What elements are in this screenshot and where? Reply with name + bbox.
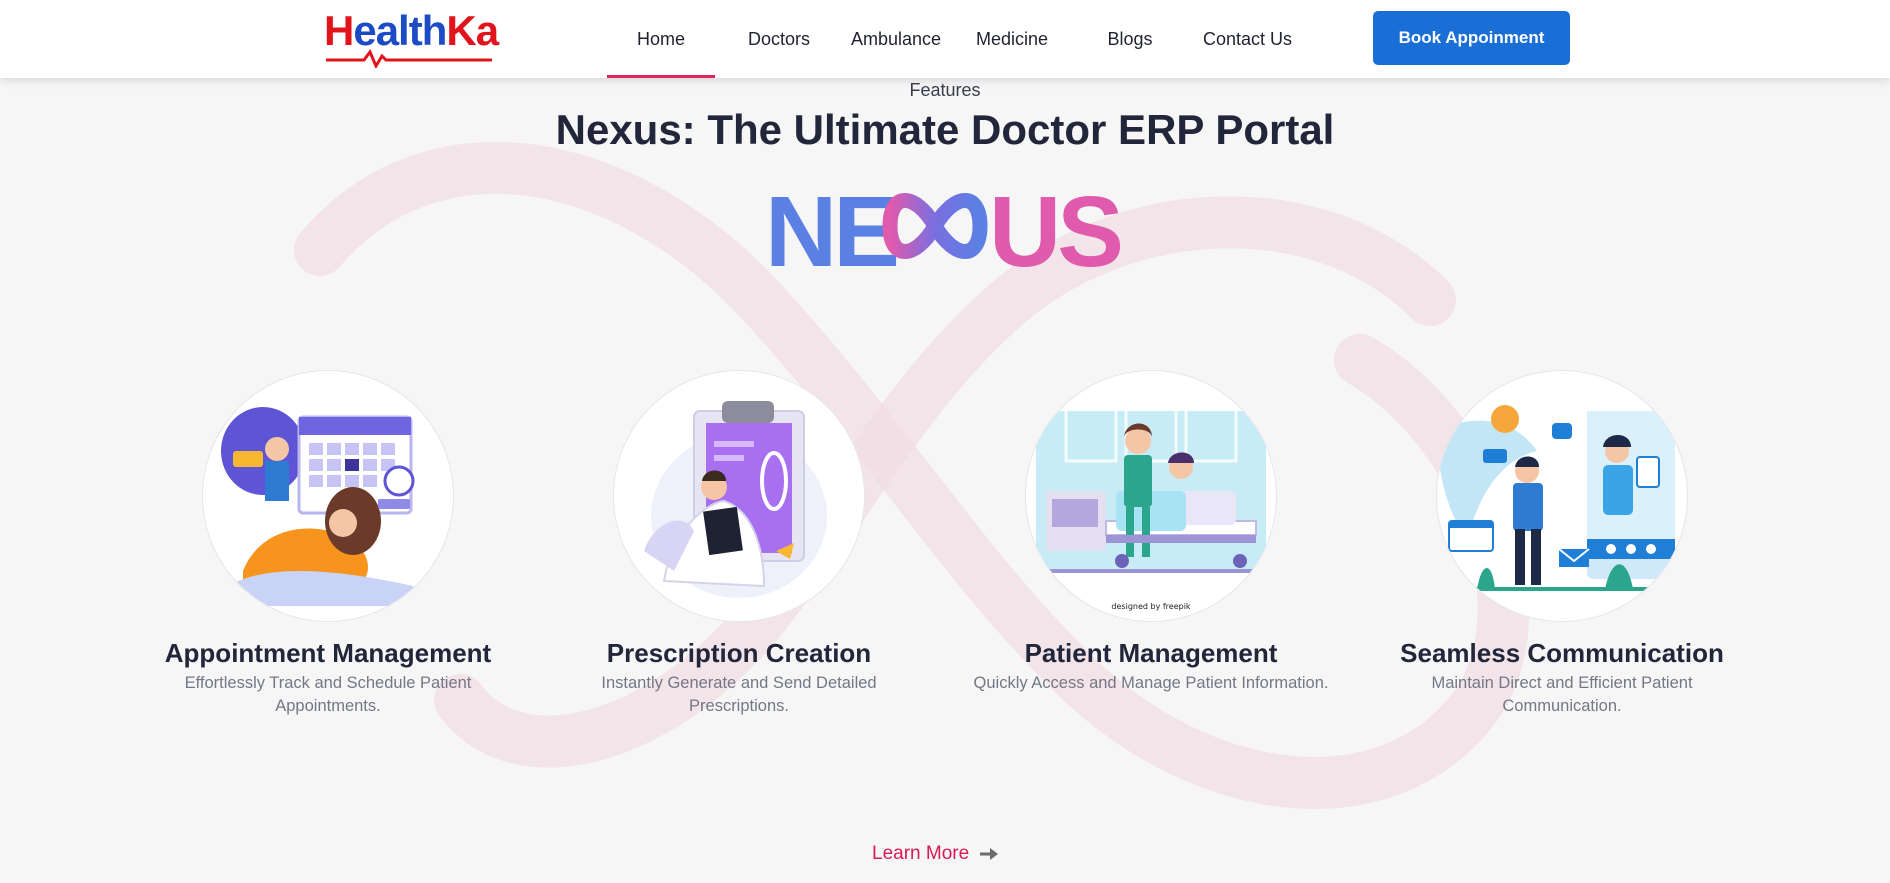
feature-title: Prescription Creation	[606, 638, 872, 668]
feature-description: Quickly Access and Manage Patient Inform…	[973, 674, 1329, 692]
hospital-bed-patient-icon: designed by freepik	[1025, 370, 1277, 622]
nav-item-doctors[interactable]: Doctors	[730, 0, 828, 78]
nav-item-medicine[interactable]: Medicine	[962, 0, 1062, 78]
nav-item-blogs[interactable]: Blogs	[1080, 0, 1180, 78]
feature-title: Patient Management	[1024, 638, 1278, 668]
section-eyebrow: Features	[909, 80, 981, 100]
feature-description: Maintain Direct and Efficient Patient Co…	[1431, 674, 1693, 715]
feature-title: Appointment Management	[164, 638, 492, 668]
logo-wordmark: HealthKa	[324, 7, 499, 54]
feature-title: Seamless Communication	[1400, 638, 1724, 668]
feature-description: Instantly Generate and Send Detailed Pre…	[601, 674, 877, 715]
feature-description: Effortlessly Track and Schedule Patient …	[184, 674, 472, 715]
top-navbar: HealthKa Home Doctors Ambulance Medicine…	[0, 0, 1890, 78]
page-title: Nexus: The Ultimate Doctor ERP Portal	[555, 106, 1335, 153]
calendar-appointment-icon	[202, 370, 454, 622]
video-call-communication-icon	[1436, 370, 1688, 622]
nexus-logo-left: NE	[765, 178, 896, 272]
learn-more-link[interactable]: Learn More	[872, 840, 999, 868]
learn-more-label: Learn More	[872, 843, 970, 864]
arrow-right-icon	[980, 848, 999, 860]
nexus-product-logo: NE US	[765, 178, 1124, 272]
illustration-credit: designed by freepik	[1111, 602, 1191, 611]
heartbeat-line-icon	[326, 49, 492, 68]
prescription-clipboard-icon	[613, 370, 865, 622]
infinity-icon	[882, 193, 988, 259]
book-appointment-button[interactable]: Book Appoinment	[1373, 11, 1570, 65]
nav-item-ambulance[interactable]: Ambulance	[843, 0, 949, 78]
nexus-logo-right: US	[989, 178, 1120, 272]
nav-item-home[interactable]: Home	[607, 0, 715, 78]
healthka-logo[interactable]: HealthKa	[324, 7, 499, 68]
nav-item-contact-us[interactable]: Contact Us	[1190, 0, 1305, 78]
